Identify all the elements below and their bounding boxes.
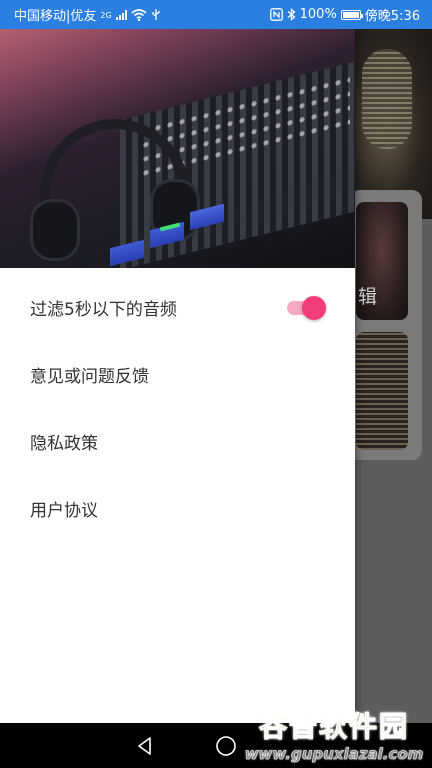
album-label: 辑 — [358, 286, 378, 308]
menu-item-label: 隐私政策 — [30, 434, 98, 454]
back-icon[interactable] — [135, 736, 155, 756]
drawer-header-image — [0, 29, 355, 268]
toggle-thumb — [302, 295, 326, 320]
menu-item-label: 用户协议 — [30, 501, 98, 521]
navigation-drawer: 过滤5秒以下的音频 意见或问题反馈 隐私政策 用户协议 — [0, 29, 355, 723]
carrier-label: 中国移动|优友 — [14, 9, 97, 24]
watermark-url: www.gupuxlazal.com — [244, 745, 424, 764]
nfc-icon — [269, 8, 283, 21]
filter-toggle-switch[interactable] — [285, 295, 326, 320]
usb-icon — [152, 9, 160, 20]
battery-icon — [340, 9, 363, 20]
battery-percent: 100% — [299, 7, 337, 22]
bluetooth-icon — [287, 8, 296, 21]
menu-item-label: 过滤5秒以下的音频 — [30, 300, 177, 320]
signal-icon — [115, 9, 127, 20]
clock: 傍晚5:36 — [364, 9, 420, 24]
network-type: 2G — [100, 11, 112, 20]
home-icon[interactable] — [215, 735, 237, 757]
wifi-icon — [131, 8, 147, 21]
album-tile[interactable] — [356, 332, 408, 450]
watermark-title: 谷普软件园 — [258, 710, 409, 744]
status-bar: 中国移动|优友 2G 100% 傍晚5:36 — [0, 0, 432, 29]
headphone-cup — [30, 199, 80, 261]
drawer-menu: 过滤5秒以下的音频 意见或问题反馈 隐私政策 用户协议 — [0, 268, 355, 542]
status-left: 中国移动|优友 2G — [14, 5, 161, 24]
menu-item-label: 意见或问题反馈 — [30, 367, 149, 387]
watermark: 谷普软件园 www.gupuxlazal.com — [236, 700, 432, 768]
menu-item-privacy-policy[interactable]: 隐私政策 — [0, 408, 355, 475]
menu-item-user-agreement[interactable]: 用户协议 — [0, 475, 355, 542]
menu-item-feedback[interactable]: 意见或问题反馈 — [0, 341, 355, 408]
microphone-image — [362, 49, 412, 149]
menu-item-filter-short-audio[interactable]: 过滤5秒以下的音频 — [0, 274, 355, 341]
status-right: 100% 傍晚5:36 — [269, 5, 420, 24]
